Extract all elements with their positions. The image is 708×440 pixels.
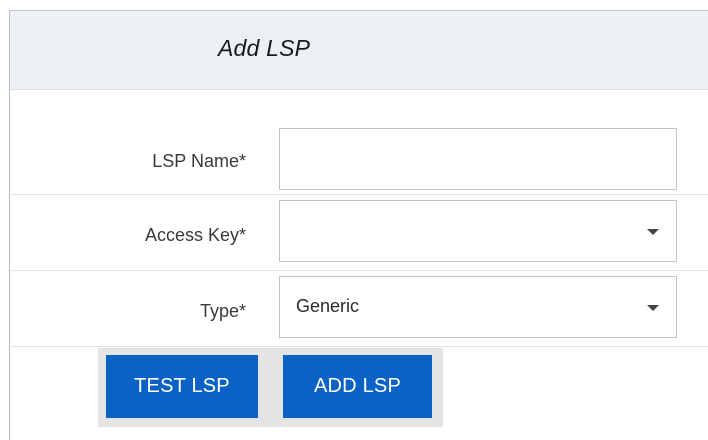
lsp-name-field[interactable] [279, 128, 677, 190]
form-row-type: Type* Generic [10, 271, 708, 347]
type-value: Generic [296, 296, 360, 316]
panel-title: Add LSP [218, 35, 311, 61]
access-key-select[interactable] [279, 200, 677, 262]
access-key-label: Access Key* [144, 225, 246, 245]
type-label: Type* [199, 301, 246, 321]
lsp-name-label: LSP Name* [152, 151, 246, 171]
add-lsp-panel: Add LSP LSP Name* Access Key* Type* Gene… [9, 10, 708, 440]
type-select[interactable]: Generic [279, 276, 677, 338]
form-row-lsp-name: LSP Name* [10, 119, 708, 195]
test-lsp-button[interactable]: TEST LSP [106, 355, 258, 418]
button-bar: TEST LSP ADD LSP [98, 348, 443, 427]
chevron-down-icon[interactable] [647, 305, 659, 311]
form-row-access-key: Access Key* [10, 195, 708, 271]
lsp-name-input[interactable] [280, 129, 676, 189]
panel-header: Add LSP [10, 11, 708, 90]
chevron-down-icon[interactable] [647, 229, 659, 235]
add-lsp-button[interactable]: ADD LSP [283, 355, 432, 418]
